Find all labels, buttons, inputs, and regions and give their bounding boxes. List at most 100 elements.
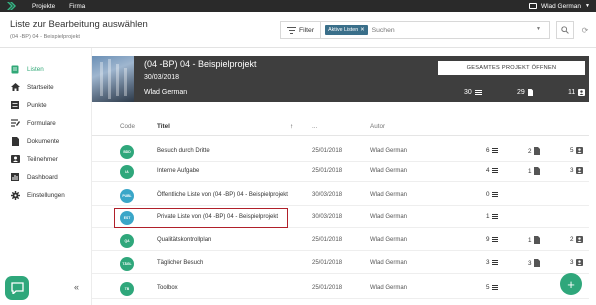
sidebar-item-dashboard[interactable]: Dashboard: [0, 168, 92, 186]
sort-arrow-icon[interactable]: ↑: [290, 123, 293, 130]
close-icon[interactable]: ✕: [360, 27, 364, 33]
active-lists-chip[interactable]: Aktive Listen ✕: [325, 25, 368, 35]
top-nav-firma[interactable]: Firma: [69, 3, 85, 10]
row-date: 30/03/2018: [312, 214, 343, 220]
filter-search-bar: Filter Aktive Listen ✕ ▼: [280, 21, 550, 39]
row-participant-count: 3: [570, 167, 583, 174]
project-user: Wlad German: [144, 89, 188, 96]
code-badge: PUBL: [120, 189, 134, 203]
search-button[interactable]: [556, 21, 574, 39]
sidebar-item-label: Einstellungen: [27, 191, 65, 199]
row-date: 30/03/2018: [312, 192, 343, 198]
list-icon: [491, 260, 498, 265]
column-date[interactable]: ...: [312, 123, 317, 130]
collapse-sidebar-icon[interactable]: «: [74, 282, 79, 292]
sidebar-item-punkte[interactable]: Punkte: [0, 96, 92, 114]
row-document-count-value: 1: [528, 236, 532, 244]
filter-icon: [287, 26, 296, 34]
row-participant-count: 3: [570, 259, 583, 266]
breadcrumb[interactable]: (04 -BP) 04 - Beispielprojekt: [10, 34, 80, 40]
row-author: Wlad German: [370, 285, 408, 291]
row-participant-count: 2: [570, 236, 583, 243]
column-author[interactable]: Autor: [370, 123, 385, 130]
table-row[interactable]: PUBL Öffentliche Liste von (04 -BP) 04 - …: [92, 186, 589, 206]
row-participant-count-value: 3: [570, 167, 574, 174]
top-nav-projekte[interactable]: Projekte: [32, 3, 55, 10]
row-document-count: 1: [528, 167, 540, 175]
search-input[interactable]: [371, 26, 512, 34]
code-badge: IA: [120, 165, 134, 179]
sidebar-item-dokumente[interactable]: Dokumente: [0, 132, 92, 150]
column-title[interactable]: Titel: [157, 123, 170, 130]
documents-icon: [10, 136, 20, 146]
stat-documents-count: 29: [517, 89, 525, 96]
table-row[interactable]: IA Interne Aufgabe 25/01/2018 Wlad German 4 1…: [92, 162, 589, 182]
user-name: Wlad German: [540, 2, 582, 10]
top-bar: Projekte Firma Wlad German ▼: [0, 0, 596, 12]
sidebar-item-teilnehmer[interactable]: Teilnehmer: [0, 150, 92, 168]
row-title[interactable]: Täglicher Besuch: [157, 260, 203, 266]
chip-label: Aktive Listen: [328, 27, 359, 33]
table-row[interactable]: TÄGL Täglicher Besuch 25/01/2018 Wlad Germa…: [92, 254, 589, 274]
sidebar-item-startseite[interactable]: Startseite: [0, 78, 92, 96]
row-title[interactable]: Toolbox: [157, 285, 178, 291]
row-document-count-value: 3: [528, 259, 532, 267]
filter-label: Filter: [299, 26, 315, 34]
row-list-count: 1: [486, 213, 498, 220]
user-menu[interactable]: Wlad German ▼: [528, 0, 590, 12]
row-title[interactable]: Öffentliche Liste von (04 -BP) 04 - Beis…: [157, 192, 288, 198]
add-list-button[interactable]: +: [560, 273, 582, 295]
table-row[interactable]: QA Qualitätskontrollplan 25/01/2018 Wlad Ge…: [92, 231, 589, 251]
sidebar-item-label: Dokumente: [27, 137, 60, 145]
open-project-button[interactable]: GESAMTES PROJEKT ÖFFNEN: [438, 61, 585, 75]
code-badge: QA: [120, 234, 134, 248]
row-title[interactable]: Besuch durch Dritte: [157, 148, 210, 154]
chevron-down-icon: ▼: [585, 3, 590, 9]
row-list-count-value: 4: [486, 167, 490, 174]
row-list-count: 6: [486, 147, 498, 154]
row-author: Wlad German: [370, 148, 408, 154]
stat-documents: 29: [517, 89, 533, 96]
code-badge: TÄGL: [120, 257, 134, 271]
stat-lists-count: 30: [464, 89, 472, 96]
sidebar-item-einstellungen[interactable]: Einstellungen: [0, 186, 92, 204]
refresh-button[interactable]: ⟳: [578, 21, 592, 39]
list-icon: [491, 237, 498, 242]
dashboard-icon: [10, 172, 20, 182]
sidebar-item-listen[interactable]: Listen: [0, 60, 92, 78]
chat-button[interactable]: [5, 276, 29, 300]
app-logo-icon[interactable]: [0, 0, 22, 12]
sidebar-item-label: Listen: [27, 65, 44, 73]
row-participant-count-value: 3: [570, 259, 574, 266]
row-list-count-value: 1: [486, 213, 490, 220]
row-list-count-value: 6: [486, 147, 490, 154]
stat-participants-count: 11: [568, 89, 576, 96]
sidebar-item-label: Teilnehmer: [27, 155, 58, 163]
filter-button[interactable]: Filter: [281, 22, 322, 38]
stat-participants: 11: [568, 89, 586, 96]
row-date: 25/01/2018: [312, 285, 343, 291]
row-list-count: 3: [486, 259, 498, 266]
column-code[interactable]: Code: [120, 123, 135, 130]
chevron-down-icon[interactable]: ▼: [536, 26, 541, 32]
row-author: Wlad German: [370, 192, 408, 198]
row-title[interactable]: Interne Aufgabe: [157, 168, 199, 174]
monitor-icon: [528, 3, 537, 9]
list-icon: [10, 64, 20, 74]
row-date: 25/01/2018: [312, 168, 343, 174]
table-header: Code Titel ↑ ... Autor: [92, 118, 589, 136]
row-date: 25/01/2018: [312, 237, 343, 243]
row-author: Wlad German: [370, 168, 408, 174]
document-icon: [533, 147, 540, 155]
table-row[interactable]: TB Toolbox 25/01/2018 Wlad German 5: [92, 279, 589, 299]
row-list-count-value: 5: [486, 284, 490, 291]
project-image: [92, 56, 134, 102]
forms-icon: [10, 118, 20, 128]
list-icon: [491, 214, 498, 219]
sidebar-item-formulare[interactable]: Formulare: [0, 114, 92, 132]
highlight-box: [114, 208, 288, 228]
row-title[interactable]: Qualitätskontrollplan: [157, 237, 211, 243]
table-row[interactable]: BDD Besuch durch Dritte 25/01/2018 Wlad Ger…: [92, 142, 589, 162]
row-date: 25/01/2018: [312, 148, 343, 154]
document-icon: [527, 89, 533, 96]
